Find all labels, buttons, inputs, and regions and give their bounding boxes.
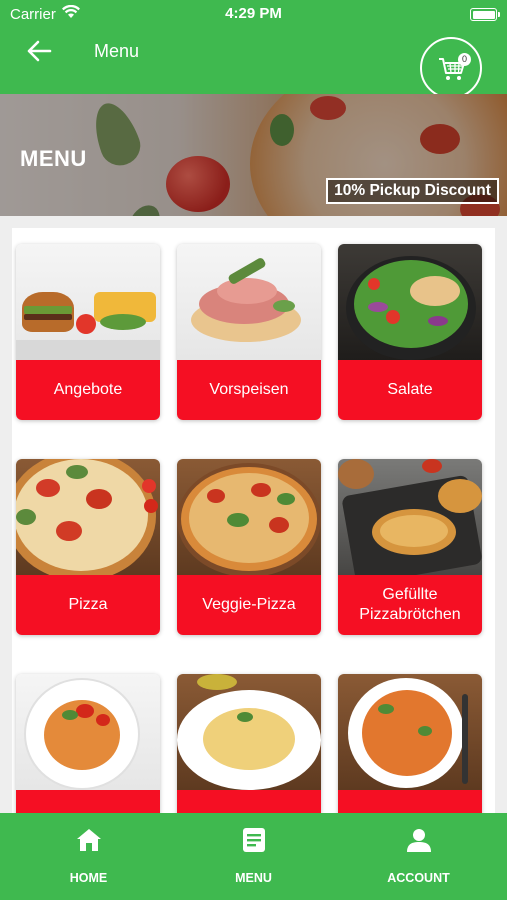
category-image <box>177 459 321 575</box>
category-grid: Angebote Vorspeisen Salate Pizza Veggie-… <box>0 216 507 813</box>
category-card-salate[interactable]: Salate <box>338 244 482 420</box>
category-image <box>338 459 482 575</box>
status-bar: Carrier 4:29 PM <box>0 0 507 28</box>
category-label <box>177 790 321 813</box>
cart-count-badge: 0 <box>458 53 471 66</box>
category-label: Vorspeisen <box>177 360 321 420</box>
page-title: Menu <box>94 41 140 61</box>
battery-icon <box>470 8 500 21</box>
category-label: Salate <box>338 360 482 420</box>
app-header: Carrier 4:29 PM Menu 0 <box>0 0 507 99</box>
category-image <box>16 674 160 790</box>
bottom-navigation: HOME MENU ACCOUNT <box>0 813 507 900</box>
category-image <box>338 674 482 790</box>
home-icon <box>77 829 101 851</box>
category-label: Angebote <box>16 360 160 420</box>
nav-account-label: ACCOUNT <box>387 871 450 885</box>
nav-home[interactable]: HOME <box>4 813 173 900</box>
category-image <box>177 674 321 790</box>
clock: 4:29 PM <box>225 5 282 22</box>
nav-account[interactable]: ACCOUNT <box>334 813 503 900</box>
menu-list-icon <box>243 828 265 852</box>
category-image <box>16 459 160 575</box>
category-card-veggie-pizza[interactable]: Veggie-Pizza <box>177 459 321 635</box>
category-card-pasta-2[interactable] <box>177 674 321 813</box>
category-image <box>177 244 321 360</box>
category-image <box>338 244 482 360</box>
cart-button[interactable]: 0 <box>420 37 482 99</box>
category-card-vorspeisen[interactable]: Vorspeisen <box>177 244 321 420</box>
category-image <box>16 244 160 360</box>
category-card-pizza[interactable]: Pizza <box>16 459 160 635</box>
nav-home-label: HOME <box>69 871 108 885</box>
banner-title: MENU <box>20 146 87 171</box>
nav-menu-label: MENU <box>235 871 272 885</box>
category-label: Gefüllte Pizzabrötchen <box>338 575 482 635</box>
discount-badge: 10% Pickup Discount <box>326 178 499 204</box>
menu-banner: MENU 10% Pickup Discount <box>0 94 507 216</box>
back-arrow-icon[interactable] <box>26 40 52 62</box>
category-label <box>16 790 160 813</box>
account-icon <box>407 829 431 852</box>
category-card-gefuellte-pizzabroetchen[interactable]: Gefüllte Pizzabrötchen <box>338 459 482 635</box>
category-label: Pizza <box>16 575 160 635</box>
category-card-angebote[interactable]: Angebote <box>16 244 160 420</box>
category-label: Veggie-Pizza <box>177 575 321 635</box>
category-card-pasta[interactable] <box>16 674 160 813</box>
nav-menu[interactable]: MENU <box>169 813 338 900</box>
category-card-pasta-3[interactable] <box>338 674 482 813</box>
category-label <box>338 790 482 813</box>
